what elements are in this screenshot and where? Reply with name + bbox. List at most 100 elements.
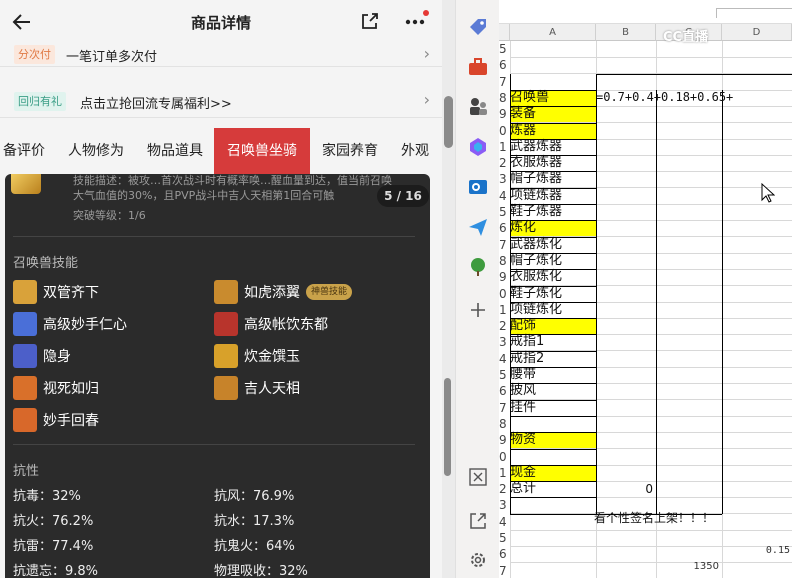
tab-summon-mounts[interactable]: 召唤兽坐骑 <box>214 128 310 174</box>
row-number[interactable]: 9 <box>499 432 510 448</box>
row-number[interactable]: 3 <box>499 171 510 187</box>
cell-a[interactable]: 衣服炼器 <box>510 155 596 171</box>
row-number[interactable]: 2 <box>499 155 510 171</box>
cell-a[interactable] <box>510 74 596 90</box>
cell-a[interactable]: 戒指1 <box>510 334 596 350</box>
tag-icon[interactable] <box>467 16 489 38</box>
cell-a[interactable]: 现金 <box>510 465 596 481</box>
skill-item[interactable]: 视死如归 <box>13 376 99 400</box>
row-number[interactable]: 2 <box>499 318 510 334</box>
row-number[interactable]: 6 <box>499 546 510 562</box>
cell-a[interactable]: 召唤兽 <box>510 90 596 106</box>
cell-a[interactable] <box>510 416 596 432</box>
row-number[interactable]: 1 <box>499 302 510 318</box>
skill-item[interactable]: 隐身 <box>13 344 71 368</box>
row-number[interactable]: 5 <box>499 41 510 57</box>
cell-a[interactable]: 戒指2 <box>510 351 596 367</box>
cell-a[interactable]: 配饰 <box>510 318 596 334</box>
outlook-icon[interactable] <box>467 176 489 198</box>
skill-item[interactable]: 吉人天相 <box>214 376 300 400</box>
column-header-a[interactable]: A <box>510 24 596 41</box>
toolbox-icon[interactable] <box>467 56 489 78</box>
row-number[interactable]: 7 <box>499 237 510 253</box>
cell-a[interactable]: 武器炼化 <box>510 237 596 253</box>
cell-a[interactable]: 炼器 <box>510 123 596 139</box>
row-number[interactable]: 1 <box>499 139 510 155</box>
cell-a[interactable] <box>510 57 596 73</box>
row-number[interactable]: 8 <box>499 416 510 432</box>
row-number[interactable]: 4 <box>499 351 510 367</box>
tree-icon[interactable] <box>467 256 489 278</box>
row-number[interactable]: 2 <box>499 481 510 497</box>
skill-item[interactable]: 妙手回春 <box>13 408 99 432</box>
row-number[interactable]: 6 <box>499 383 510 399</box>
cell-banner[interactable]: 看个性签名上架！！！ <box>594 510 722 526</box>
tab-items[interactable]: 物品道具 <box>141 128 209 174</box>
send-icon[interactable] <box>467 216 489 238</box>
cell-a[interactable]: 挂件 <box>510 400 596 416</box>
cell-a[interactable]: 项链炼化 <box>510 302 596 318</box>
chess-icon[interactable] <box>467 96 489 118</box>
cell-a[interactable] <box>510 497 596 513</box>
cell-a[interactable] <box>510 449 596 465</box>
row-number[interactable]: 8 <box>499 90 510 106</box>
row-number[interactable]: 7 <box>499 400 510 416</box>
row-number[interactable]: 0 <box>499 286 510 302</box>
column-header-d[interactable]: D <box>722 24 792 41</box>
cell-a[interactable]: 鞋子炼器 <box>510 204 596 220</box>
row-number[interactable]: 9 <box>499 269 510 285</box>
row-number[interactable]: 6 <box>499 220 510 236</box>
cell-a[interactable]: 衣服炼化 <box>510 269 596 285</box>
screenshot-icon[interactable] <box>467 466 489 488</box>
row-number[interactable]: 5 <box>499 204 510 220</box>
cell-a[interactable] <box>510 41 596 57</box>
row-number[interactable]: 8 <box>499 253 510 269</box>
share-icon[interactable] <box>360 12 379 31</box>
skill-item[interactable]: 炊金馔玉 <box>214 344 300 368</box>
cell-a[interactable] <box>510 563 596 578</box>
row-number[interactable]: 4 <box>499 514 510 530</box>
row-number[interactable]: 5 <box>499 367 510 383</box>
copilot-icon[interactable] <box>467 136 489 158</box>
installment-row[interactable]: 分次付 一笔订单多次付 › <box>0 44 442 65</box>
cell-b32-total[interactable]: 0 <box>596 481 656 497</box>
formula-cell-b8[interactable]: =0.7+0.4+0.18+0.65+ <box>596 89 736 105</box>
tab-appearance[interactable]: 外观 <box>396 128 434 174</box>
app-scrollbar-track[interactable] <box>442 0 455 578</box>
cell-a[interactable]: 项链炼器 <box>510 188 596 204</box>
cell-a[interactable] <box>510 530 596 546</box>
tab-character[interactable]: 人物修为 <box>62 128 130 174</box>
cell-a[interactable]: 武器炼器 <box>510 139 596 155</box>
cell-a[interactable]: 帽子炼器 <box>510 171 596 187</box>
row-number[interactable]: 5 <box>499 530 510 546</box>
row-number[interactable]: 4 <box>499 188 510 204</box>
row-number[interactable]: 3 <box>499 334 510 350</box>
tab-home[interactable]: 家园养育 <box>315 128 385 174</box>
cell-a[interactable]: 帽子炼化 <box>510 253 596 269</box>
cell-a[interactable]: 披风 <box>510 383 596 399</box>
tab-equipment-rating[interactable]: 备评价 <box>0 128 48 174</box>
cell-a[interactable]: 装备 <box>510 106 596 122</box>
row-number[interactable]: 3 <box>499 497 510 513</box>
cell-a[interactable]: 炼化 <box>510 220 596 236</box>
app-scrollbar-thumb[interactable] <box>444 96 453 148</box>
cell-a[interactable]: 物资 <box>510 432 596 448</box>
open-external-icon[interactable] <box>467 510 489 532</box>
cell-a[interactable] <box>510 546 596 562</box>
row-number[interactable]: 7 <box>499 74 510 90</box>
cell-a[interactable]: 腰带 <box>510 367 596 383</box>
row-number[interactable]: 9 <box>499 106 510 122</box>
row-number[interactable]: 0 <box>499 123 510 139</box>
row-number[interactable]: 7 <box>499 563 510 578</box>
panel-scrollbar-thumb[interactable] <box>444 378 451 476</box>
cell-a[interactable] <box>510 514 596 530</box>
skill-item[interactable]: 高级妙手仁心 <box>13 312 127 336</box>
skill-item[interactable]: 双管齐下 <box>13 280 99 304</box>
row-number[interactable]: 0 <box>499 449 510 465</box>
add-icon[interactable] <box>467 299 489 321</box>
settings-icon[interactable] <box>467 549 489 571</box>
more-options-icon[interactable] <box>404 10 430 30</box>
cell-d36[interactable]: 0.15 <box>722 543 792 559</box>
skill-item[interactable]: 高级帐饮东都 <box>214 312 328 336</box>
skill-item[interactable]: 如虎添翼 神兽技能 <box>214 280 353 304</box>
